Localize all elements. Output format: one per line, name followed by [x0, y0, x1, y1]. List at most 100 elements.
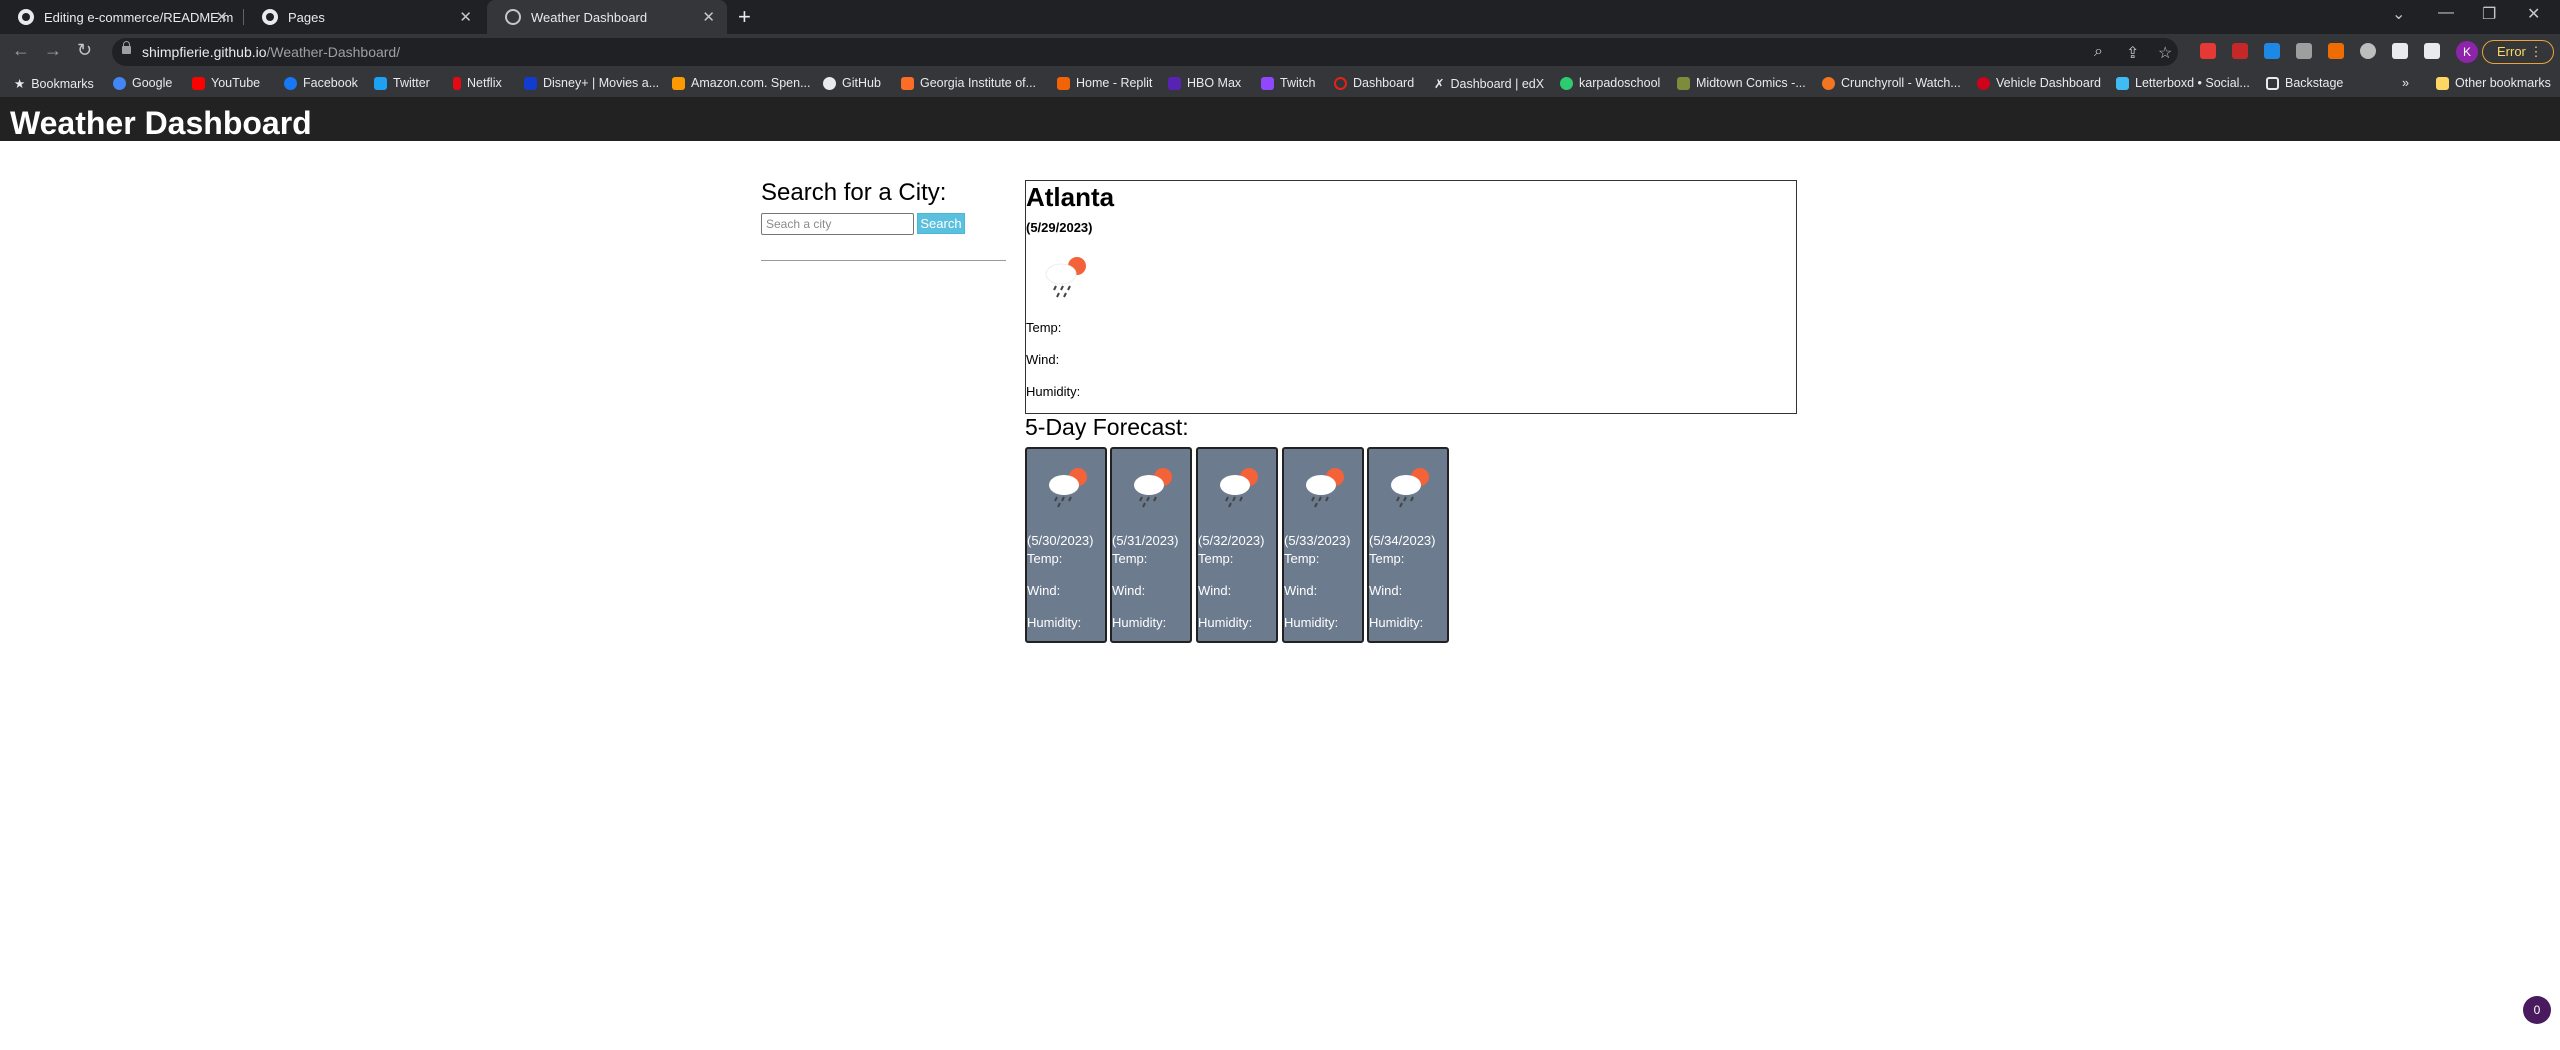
search-icon[interactable]: ⌕	[2094, 43, 2103, 61]
extension-icon[interactable]	[2200, 43, 2216, 59]
minimize-button[interactable]: —	[2438, 4, 2454, 22]
forecast-heading: 5-Day Forecast:	[1025, 414, 1189, 440]
bookmark-item[interactable]: Amazon.com. Spen...	[672, 76, 811, 90]
other-bookmarks-folder[interactable]: Other bookmarks	[2436, 76, 2551, 90]
bookmark-item[interactable]: GitHub	[823, 76, 881, 90]
city-name: Atlanta	[1026, 182, 1115, 212]
sidebar-icon[interactable]	[2424, 43, 2440, 59]
bookmark-item[interactable]: Backstage	[2266, 76, 2343, 90]
extension-icon[interactable]	[2360, 43, 2376, 59]
youtube-icon	[192, 76, 205, 90]
current-date: (5/29/2023)	[1026, 220, 1093, 235]
bookmark-item[interactable]: ✗ Dashboard | edX	[1434, 76, 1544, 92]
bookmark-item[interactable]: Letterboxd • Social...	[2116, 76, 2250, 90]
avatar[interactable]: K	[2456, 41, 2478, 63]
tab-title: Weather Dashboard	[531, 9, 648, 25]
hbo-max-icon	[1168, 76, 1181, 90]
letterboxd-icon	[2116, 76, 2129, 90]
address-bar[interactable]: shimpfierie.github.io/Weather-Dashboard/…	[112, 38, 2178, 66]
rain-cloud-sun-icon	[1391, 468, 1429, 508]
reload-button[interactable]: ↻	[77, 40, 92, 61]
forecast-wind: Wind:	[1198, 583, 1232, 598]
bookmark-item[interactable]: HBO Max	[1168, 76, 1241, 90]
forward-button[interactable]: →	[44, 40, 62, 61]
vehicle-icon	[1977, 76, 1990, 90]
url-path: /Weather-Dashboard/	[266, 44, 401, 60]
globe-icon	[505, 9, 521, 25]
extension-icon[interactable]	[2264, 43, 2280, 59]
forecast-temp: Temp:	[1284, 551, 1320, 566]
close-icon[interactable]: ✕	[702, 8, 715, 26]
forecast-temp: Temp:	[1112, 551, 1148, 566]
tab-editing-readme[interactable]: Editing e-commerce/README.m ✕	[0, 0, 240, 34]
bookmark-item[interactable]: Dashboard	[1334, 76, 1414, 90]
rain-cloud-sun-icon	[1306, 468, 1344, 508]
disney-icon	[524, 76, 537, 90]
bookmarks-overflow-button[interactable]: »	[2402, 76, 2409, 90]
tab-search-chevron-icon[interactable]: ⌄	[2392, 4, 2405, 24]
browser-toolbar: ← → ↻ shimpfierie.github.io/Weather-Dash…	[0, 34, 2560, 70]
close-icon[interactable]: ✕	[215, 8, 228, 26]
restore-button[interactable]: ❐	[2482, 4, 2496, 24]
bookmark-item[interactable]: Home - Replit	[1057, 76, 1152, 90]
search-input[interactable]	[761, 213, 914, 235]
extension-icon[interactable]	[2296, 43, 2312, 59]
forecast-temp: Temp:	[1369, 551, 1405, 566]
bookmarks-bar: ★ Bookmarks Google YouTube Facebook Twitt…	[0, 70, 2560, 98]
bookmark-label: YouTube	[211, 76, 261, 90]
forecast-card: (5/30/2023) Temp: Wind: Humidity:	[1025, 447, 1107, 643]
extension-icon[interactable]	[2232, 43, 2248, 59]
forecast-card: (5/31/2023) Temp: Wind: Humidity:	[1110, 447, 1192, 643]
forecast-humidity: Humidity:	[1112, 615, 1167, 630]
bookmark-item[interactable]: Facebook	[284, 76, 358, 90]
bookmark-label: Other bookmarks	[2455, 76, 2551, 90]
search-button[interactable]: Search	[917, 213, 965, 234]
bookmark-item[interactable]: Midtown Comics -...	[1677, 76, 1806, 90]
star-icon[interactable]: ☆	[2158, 43, 2172, 63]
tab-title: Pages	[288, 9, 325, 25]
bookmark-item[interactable]: Twitch	[1261, 76, 1315, 90]
bookmark-label: Disney+ | Movies a...	[543, 76, 660, 90]
forecast-card: (5/32/2023) Temp: Wind: Humidity:	[1196, 447, 1278, 643]
bookmark-item[interactable]: YouTube	[192, 76, 260, 90]
tab-pages[interactable]: Pages ✕	[244, 0, 484, 34]
bookmark-item[interactable]: Crunchyroll - Watch...	[1822, 76, 1961, 90]
forecast-date: (5/31/2023)	[1112, 533, 1179, 548]
amazon-icon	[672, 76, 685, 90]
bookmark-label: Netflix	[467, 76, 502, 90]
error-button[interactable]: Error ⋮	[2482, 40, 2554, 64]
bookmark-label: Dashboard	[1353, 76, 1415, 90]
github-icon	[18, 9, 34, 25]
forecast-wind: Wind:	[1369, 583, 1403, 598]
new-tab-button[interactable]: +	[738, 4, 751, 30]
notification-badge[interactable]: 0	[2523, 996, 2551, 1024]
forecast-date: (5/34/2023)	[1369, 533, 1436, 548]
bookmark-item[interactable]: Netflix	[453, 76, 502, 90]
forecast-humidity: Humidity:	[1198, 615, 1253, 630]
bookmark-item[interactable]: Google	[113, 76, 172, 90]
close-window-button[interactable]: ✕	[2527, 4, 2540, 24]
bookmark-item[interactable]: Disney+ | Movies a...	[524, 76, 659, 90]
puzzle-icon[interactable]	[2392, 43, 2408, 59]
forecast-wind: Wind:	[1112, 583, 1146, 598]
extension-icon[interactable]	[2328, 43, 2344, 59]
bookmark-item[interactable]: Georgia Institute of...	[901, 76, 1036, 90]
rain-cloud-sun-icon	[1134, 468, 1172, 508]
bookmark-item[interactable]: Twitter	[374, 76, 430, 90]
bookmark-label: Midtown Comics -...	[1696, 76, 1806, 90]
close-icon[interactable]: ✕	[459, 8, 472, 26]
tab-weather-dashboard[interactable]: Weather Dashboard ✕	[487, 0, 727, 34]
edx-icon: ✗	[1434, 77, 1445, 91]
bookmark-item[interactable]: Vehicle Dashboard	[1977, 76, 2101, 90]
bookmark-item[interactable]: ★ Bookmarks	[14, 76, 94, 92]
back-button[interactable]: ←	[12, 40, 30, 61]
star-icon: ★	[14, 77, 26, 91]
rain-cloud-sun-icon	[1049, 468, 1087, 508]
school-icon	[1560, 76, 1573, 90]
twitch-icon	[1261, 76, 1274, 90]
replit-icon	[1057, 76, 1070, 90]
share-icon[interactable]: ⇪	[2126, 43, 2139, 63]
bookmark-label: Vehicle Dashboard	[1996, 76, 2101, 90]
bookmark-item[interactable]: karpadoschool	[1560, 76, 1660, 90]
tab-title: Editing e-commerce/README.m	[44, 9, 234, 25]
